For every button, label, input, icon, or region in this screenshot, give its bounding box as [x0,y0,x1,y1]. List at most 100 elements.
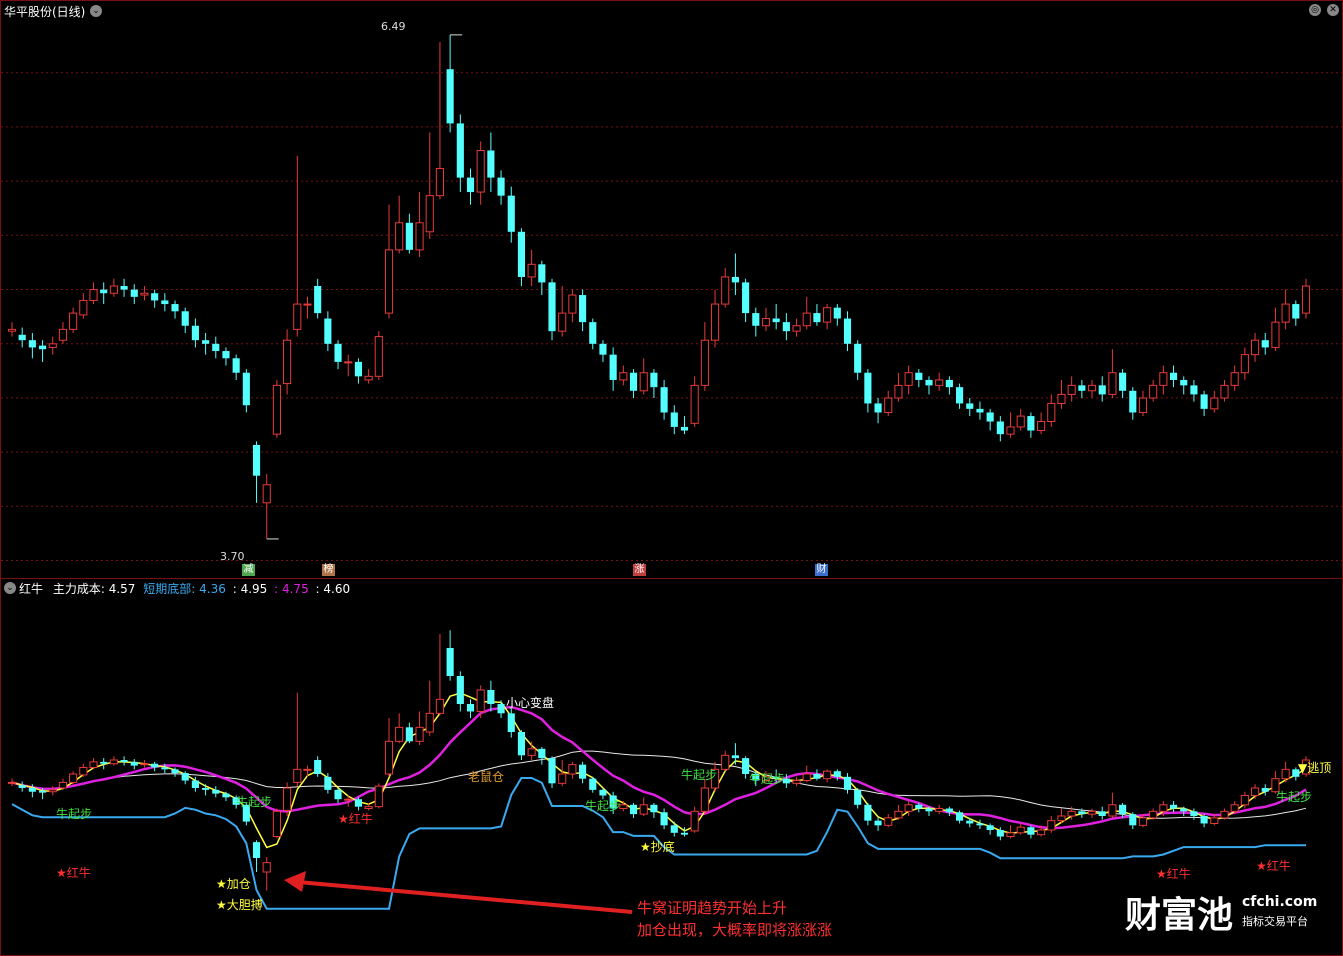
price-candle-body [1057,393,1066,404]
price-candle-body [629,372,638,391]
indicator-candle-body [1230,804,1239,812]
event-badge-reduce[interactable]: 减 [242,564,255,576]
price-candle-body [843,318,852,344]
price-candle-body [1200,394,1208,409]
price-candle-body [558,312,567,332]
price-candle-body [7,328,17,332]
indicator-candle-body [212,789,220,794]
price-candle-body [599,343,607,355]
main-cost-label: 主力成本: [52,582,105,596]
price-candle-body [1271,321,1280,348]
price-candle-body [527,263,536,278]
indicator-candle-body [28,788,36,792]
price-candle-body [1037,421,1046,432]
price-candle-body [660,387,668,413]
price-candle-body [823,307,832,323]
indicator-candle-body [89,761,98,768]
main-cost-value: 4.57 [108,582,136,596]
price-candle-body [996,421,1004,435]
price-candle-body [731,276,739,283]
event-badge-limit-up[interactable]: 涨 [633,564,646,576]
indicator-candle-body [58,781,68,789]
price-candle-body [109,285,118,294]
indicator-candle-body [884,817,893,826]
indicator-candle-body [1210,817,1219,824]
colon-1: : [232,582,237,596]
indicator-candle-body [538,748,546,759]
price-candle-body [884,397,893,413]
price-candle-body [100,289,108,294]
logo-domain: cfchi.com [1242,894,1318,910]
indicator-candle-body [18,785,26,788]
indicator-candle-body [864,804,872,821]
price-candle-body [976,408,984,413]
price-candle-body [28,340,36,348]
close-icon[interactable]: ✕ [1327,4,1339,16]
price-candle-body [314,286,322,314]
annotation-bull-start-4: 牛起步 [749,772,786,786]
price-candle-body [69,312,78,330]
indicator-candle-body [161,767,169,770]
price-candle-body [1220,384,1229,399]
indicator-candle-body [904,804,913,812]
price-candle-body [710,303,720,341]
indicator-candle-body [1190,811,1198,816]
indicator-value-2: 4.95 [240,582,268,596]
price-candle-body [589,322,597,344]
price-low-label: 3.70 [220,550,245,563]
indicator-candle-body [558,773,567,784]
annotation-bull-start-6: 牛起步 [1276,790,1313,804]
indicator-candle-body [650,804,658,813]
indicator-candle-body [191,780,199,788]
annotation-escape-top: ▼逃顶 [1298,761,1332,775]
price-candle-body [1047,402,1056,422]
price-candle-body [1129,390,1137,413]
price-candle-body [538,264,546,283]
indicator-candle-body [79,766,88,776]
indicator-candle-body [446,648,454,676]
colon-2: : [274,582,279,596]
zoom-icon[interactable]: ◎ [1309,4,1321,16]
price-candle-body [476,150,485,193]
indicator-candle-body [1037,829,1046,836]
price-candle-body [395,222,404,251]
price-candle-body [89,289,98,301]
indicator-candle-body [395,726,404,742]
annotation-bull-start-1: 牛起步 [56,807,93,821]
price-candle-body [262,484,271,504]
indicator-candle-body [568,764,577,775]
indicator-candle-body [660,812,668,826]
price-candle-body [772,318,780,323]
price-candle-body [507,195,515,232]
indicator-candle-body [293,768,302,783]
indicator-candle-body [629,804,638,815]
price-candle-body [935,379,944,386]
indicator-name: 红牛 [19,582,44,596]
indicator-candle-body [1138,817,1148,826]
price-candle-body [324,318,332,344]
price-candle-body [487,150,495,178]
price-candle-body [1078,385,1086,391]
indicator-candle-body [100,761,108,764]
price-candle-body [650,372,658,388]
indicator-candle-body [579,764,587,779]
indicator-candle-body [120,760,128,762]
event-badge-finance[interactable]: 财 [815,564,828,576]
logo-tagline: 指标交易平台 [1242,915,1308,928]
price-candle-body [1190,385,1198,395]
title-dropdown-icon[interactable]: ⌄ [90,5,102,17]
indicator-candle-body [874,820,882,826]
indicator-candle-body [415,726,424,742]
price-candle-body [915,372,923,380]
price-candle-body [854,343,862,373]
indicator-candle-body [1261,788,1269,792]
price-candle-body [670,412,678,427]
price-candle-body [232,358,240,373]
indicator-candle-body [374,785,383,808]
event-badge-list[interactable]: 榜 [322,564,335,576]
callout-line-2: 加仓出现，大概率即将涨涨涨 [637,921,833,939]
price-candle-body [120,286,128,290]
short-bottom-label: 短期底部: [143,582,196,596]
indicator-dropdown-icon[interactable]: ⌄ [4,582,16,594]
price-candle-body [130,289,138,297]
